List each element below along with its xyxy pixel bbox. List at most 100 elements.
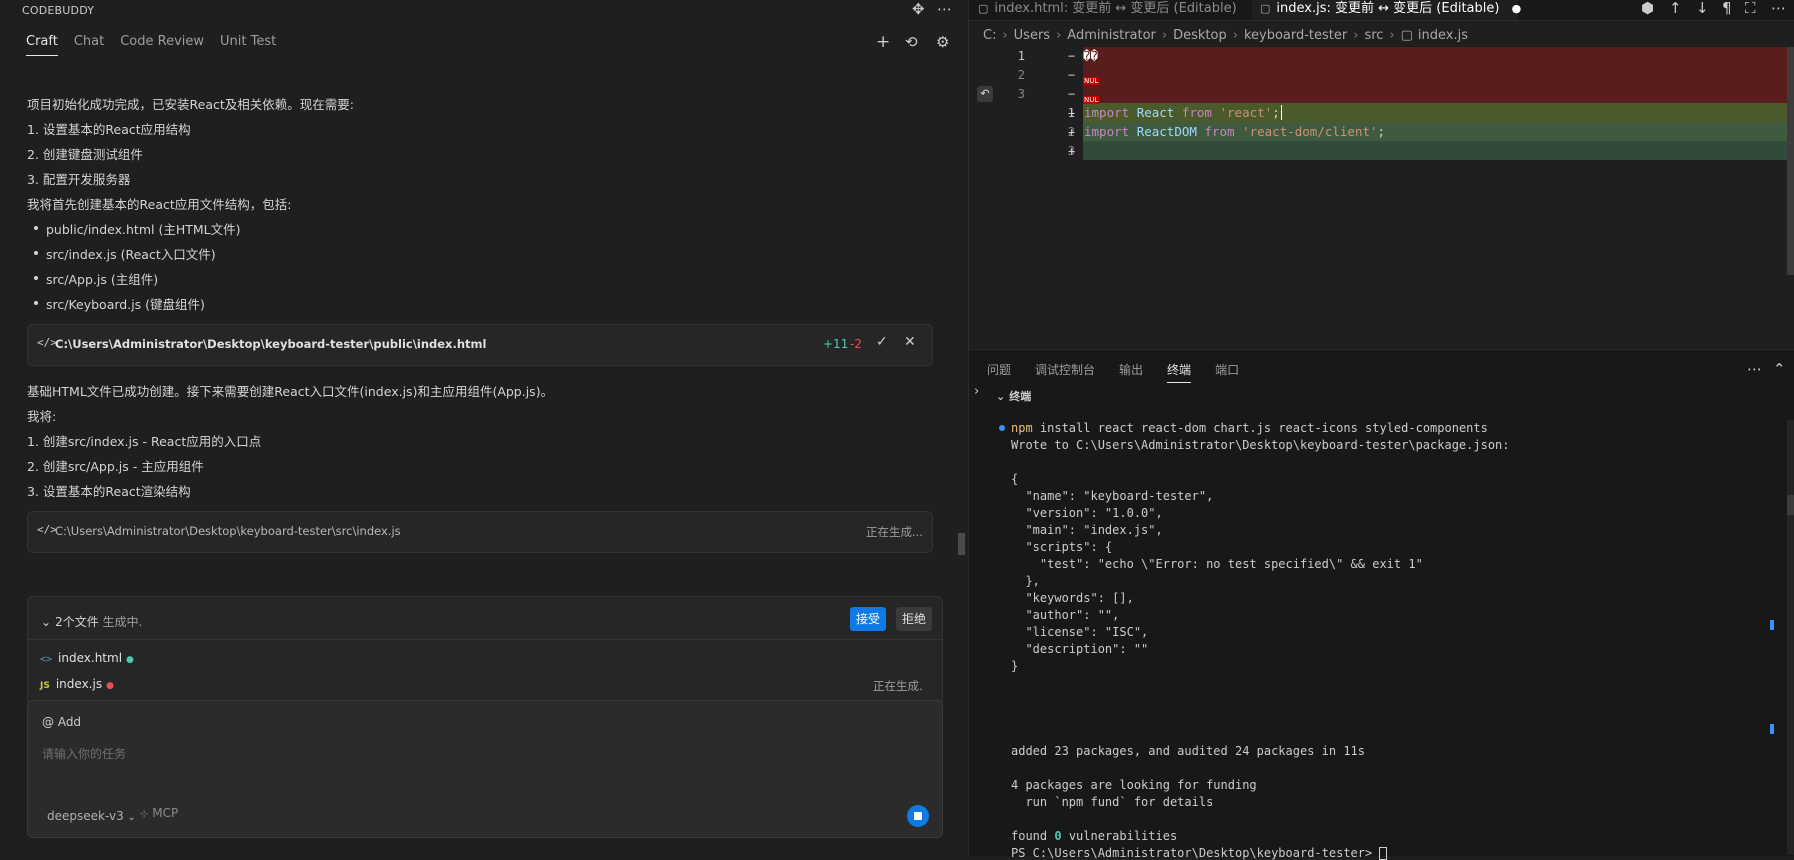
- settings-icon[interactable]: ⚙: [936, 33, 949, 51]
- message-step: 2. 创建src/App.js - 主应用组件: [27, 459, 204, 474]
- terminal-scroll-marker: [1770, 724, 1774, 734]
- reject-button[interactable]: 拒绝: [896, 607, 932, 631]
- line-number: 3: [1017, 87, 1025, 101]
- chat-scrollbar[interactable]: [958, 533, 965, 555]
- more-icon[interactable]: ⋯: [1747, 360, 1762, 378]
- list-item: src/index.js (React入口文件): [34, 244, 216, 263]
- message-text: 我将首先创建基本的React应用文件结构，包括:: [27, 197, 292, 212]
- file-card[interactable]: </> C:\Users\Administrator\Desktop\keybo…: [27, 511, 933, 553]
- add-context-button[interactable]: @ Add: [42, 715, 81, 729]
- tab-code-review[interactable]: Code Review: [120, 34, 204, 56]
- inserted-line: [1083, 141, 1788, 160]
- terminal-line: "name": "keyboard-tester",: [1011, 489, 1214, 503]
- message-text: 项目初始化成功完成，已安装React及相关依赖。现在需要:: [27, 97, 354, 112]
- terminal-line: Wrote to C:\Users\Administrator\Desktop\…: [1011, 438, 1510, 452]
- pilcrow-icon[interactable]: ¶: [1722, 0, 1732, 17]
- close-icon[interactable]: ✕: [904, 334, 916, 350]
- mode-tabs: Craft Chat Code Review Unit Test: [26, 34, 276, 56]
- tab-craft[interactable]: Craft: [26, 34, 58, 56]
- accept-check-icon[interactable]: ✓: [876, 334, 888, 350]
- tab-terminal[interactable]: 终端: [1167, 361, 1192, 383]
- pending-changes-panel: ⌄ 2个文件 生成中. 接受 拒绝 <> index.html ● JS index.j…: [27, 596, 943, 702]
- breadcrumb-item[interactable]: C:: [983, 28, 996, 43]
- minus-icon: −: [1068, 49, 1076, 63]
- terminal-line: added 23 packages, and audited 24 packag…: [1011, 744, 1366, 758]
- code-line: import React from 'react';: [1084, 105, 1282, 120]
- history-icon[interactable]: ⟲: [905, 33, 918, 51]
- changed-file-js[interactable]: JS index.js ●: [40, 677, 114, 691]
- plus-icon: +: [1068, 106, 1076, 120]
- revert-icon[interactable]: ↶: [977, 86, 993, 102]
- terminal-section-header[interactable]: ⌄ 终端: [996, 388, 1031, 404]
- settings-sync-icon[interactable]: ⬢: [1641, 0, 1654, 17]
- code-icon: </>: [37, 523, 57, 536]
- tab-index-html-diff[interactable]: ▢ index.html: 变更前 ↔ 变更后 (Editable): [978, 0, 1246, 20]
- chevron-right-icon: ›: [1389, 28, 1395, 43]
- message-step: 2. 创建键盘测试组件: [27, 147, 143, 162]
- chevron-right-icon: ›: [1002, 28, 1008, 43]
- breadcrumb-item[interactable]: Administrator: [1067, 28, 1156, 43]
- model-select[interactable]: deepseek-v3 ⌄: [47, 809, 136, 823]
- map-icon[interactable]: ⛶: [1745, 0, 1756, 17]
- terminal-line: "main": "index.js",: [1011, 523, 1163, 537]
- message-step: 1. 创建src/index.js - React应用的入口点: [27, 434, 262, 449]
- list-item: src/Keyboard.js (键盘组件): [34, 294, 205, 313]
- file-name: index.html: [58, 651, 123, 665]
- tab-index-js-diff[interactable]: ▢ index.js: 变更前 ↔ 变更后 (Editable) ●: [1252, 0, 1521, 20]
- more-icon[interactable]: ⋯: [1771, 0, 1786, 17]
- terminal-scroll-thumb[interactable]: [1787, 495, 1794, 515]
- terminal-line: "scripts": {: [1011, 540, 1113, 554]
- move-icon[interactable]: ✥: [912, 0, 925, 18]
- tab-problems[interactable]: 问题: [987, 361, 1011, 383]
- arrow-down-icon[interactable]: ↓: [1696, 0, 1709, 17]
- file-path[interactable]: C:\Users\Administrator\Desktop\keyboard-…: [55, 337, 486, 351]
- terminal-line: "description": "": [1011, 642, 1149, 656]
- new-chat-icon[interactable]: +: [876, 32, 890, 52]
- terminal-line: "author": "",: [1011, 608, 1120, 622]
- terminal-line: "version": "1.0.0",: [1011, 506, 1163, 520]
- line-number: 1: [1017, 49, 1025, 63]
- added-lines: +11: [823, 337, 849, 351]
- chevron-down-icon: ⌄: [41, 615, 52, 629]
- tab-label: index.html: 变更前 ↔ 变更后 (Editable): [994, 1, 1237, 16]
- tab-debug-console[interactable]: 调试控制台: [1035, 361, 1095, 383]
- terminal-line: }: [1011, 659, 1019, 673]
- status-dot: ●: [126, 655, 134, 665]
- breadcrumb-item[interactable]: src: [1364, 28, 1383, 43]
- chevron-right-icon: ›: [1056, 28, 1062, 43]
- status-dot: ●: [106, 681, 114, 691]
- breadcrumb-item[interactable]: Users: [1014, 28, 1050, 43]
- list-item: src/App.js (主组件): [33, 269, 158, 288]
- changes-summary[interactable]: ⌄ 2个文件 生成中.: [41, 613, 142, 630]
- tab-label: index.js: 变更前 ↔ 变更后 (Editable): [1276, 1, 1500, 16]
- minus-icon: −: [1068, 87, 1076, 101]
- tab-output[interactable]: 输出: [1119, 361, 1143, 383]
- tab-chat[interactable]: Chat: [74, 34, 104, 56]
- message-step: 1. 设置基本的React应用结构: [27, 122, 191, 137]
- mcp-button[interactable]: ⊹ MCP: [140, 806, 178, 820]
- terminal-line: run `npm fund` for details: [1011, 795, 1214, 809]
- file-card[interactable]: </> C:\Users\Administrator\Desktop\keybo…: [27, 324, 933, 366]
- task-input[interactable]: 请输入你的任务: [42, 745, 126, 762]
- file-path[interactable]: C:\Users\Administrator\Desktop\keyboard-…: [55, 524, 401, 538]
- stop-button[interactable]: [907, 805, 929, 827]
- breadcrumb-item[interactable]: keyboard-tester: [1244, 28, 1347, 43]
- tab-unit-test[interactable]: Unit Test: [220, 34, 276, 56]
- breadcrumb-item[interactable]: index.js: [1418, 28, 1468, 43]
- breadcrumb-item[interactable]: Desktop: [1173, 28, 1227, 43]
- terminal-scrollbar[interactable]: [1787, 420, 1794, 855]
- arrow-up-icon[interactable]: ↑: [1669, 0, 1682, 17]
- changed-file-html[interactable]: <> index.html ●: [40, 651, 134, 665]
- terminal-prompt[interactable]: PS C:\Users\Administrator\Desktop\keyboa…: [1011, 846, 1388, 860]
- chevron-up-icon[interactable]: ⌃: [1773, 360, 1786, 378]
- tab-ports[interactable]: 端口: [1215, 361, 1239, 383]
- chevron-right-icon[interactable]: ›: [974, 384, 979, 399]
- code-line: import ReactDOM from 'react-dom/client';: [1084, 124, 1386, 139]
- more-icon[interactable]: ⋯: [937, 0, 952, 18]
- file-name: index.js: [55, 677, 103, 691]
- html-file-icon: <>: [40, 654, 53, 665]
- changes-count: 2个文件: [55, 615, 99, 629]
- accept-button[interactable]: 接受: [850, 607, 886, 631]
- editor-scrollbar[interactable]: [1787, 47, 1794, 275]
- breadcrumb: C: › Users › Administrator › Desktop › keyboard-…: [983, 28, 1468, 43]
